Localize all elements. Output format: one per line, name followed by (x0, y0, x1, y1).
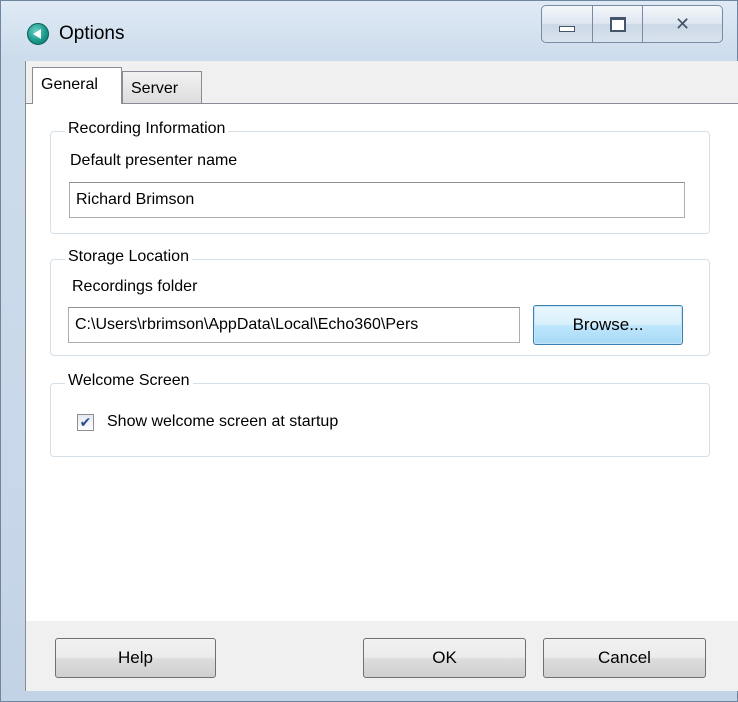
general-tab-panel: Recording Information Default presenter … (26, 103, 738, 621)
welcome-screen-group: Welcome Screen ✔ Show welcome screen at … (50, 372, 710, 457)
dialog-footer: Help OK Cancel (26, 621, 738, 691)
echo360-app-icon (27, 23, 49, 45)
checkmark-icon: ✔ (79, 414, 92, 431)
recording-information-group: Recording Information Default presenter … (50, 120, 710, 234)
maximize-button[interactable] (593, 5, 643, 43)
recordings-folder-label: Recordings folder (72, 278, 198, 295)
recording-information-legend: Recording Information (65, 120, 229, 138)
welcome-screen-legend: Welcome Screen (65, 372, 193, 390)
close-button[interactable]: ✕ (643, 5, 723, 43)
recordings-folder-input[interactable] (68, 307, 520, 343)
storage-location-group: Storage Location Recordings folder Brows… (50, 248, 710, 356)
tab-general[interactable]: General (32, 67, 122, 104)
ok-button[interactable]: OK (363, 638, 526, 678)
dialog-client-area: General Server Recording Information Def… (25, 61, 738, 691)
title-bar[interactable]: Options ✕ (1, 1, 738, 59)
show-welcome-checkbox[interactable]: ✔ (77, 414, 94, 431)
browse-button[interactable]: Browse... (533, 305, 683, 345)
presenter-name-input[interactable] (69, 182, 685, 218)
maximize-icon (609, 16, 626, 32)
close-icon: ✕ (674, 13, 691, 35)
cancel-button[interactable]: Cancel (543, 638, 706, 678)
minimize-button[interactable] (541, 5, 593, 43)
storage-location-legend: Storage Location (65, 248, 192, 266)
tab-server[interactable]: Server (122, 71, 202, 103)
presenter-name-label: Default presenter name (70, 152, 238, 169)
caption-buttons: ✕ (541, 5, 723, 43)
window-title: Options (59, 23, 125, 44)
help-button[interactable]: Help (55, 638, 216, 678)
show-welcome-label[interactable]: Show welcome screen at startup (107, 413, 338, 431)
minimize-icon (559, 26, 575, 32)
options-window: Options ✕ General Server Recording Infor… (0, 0, 738, 702)
